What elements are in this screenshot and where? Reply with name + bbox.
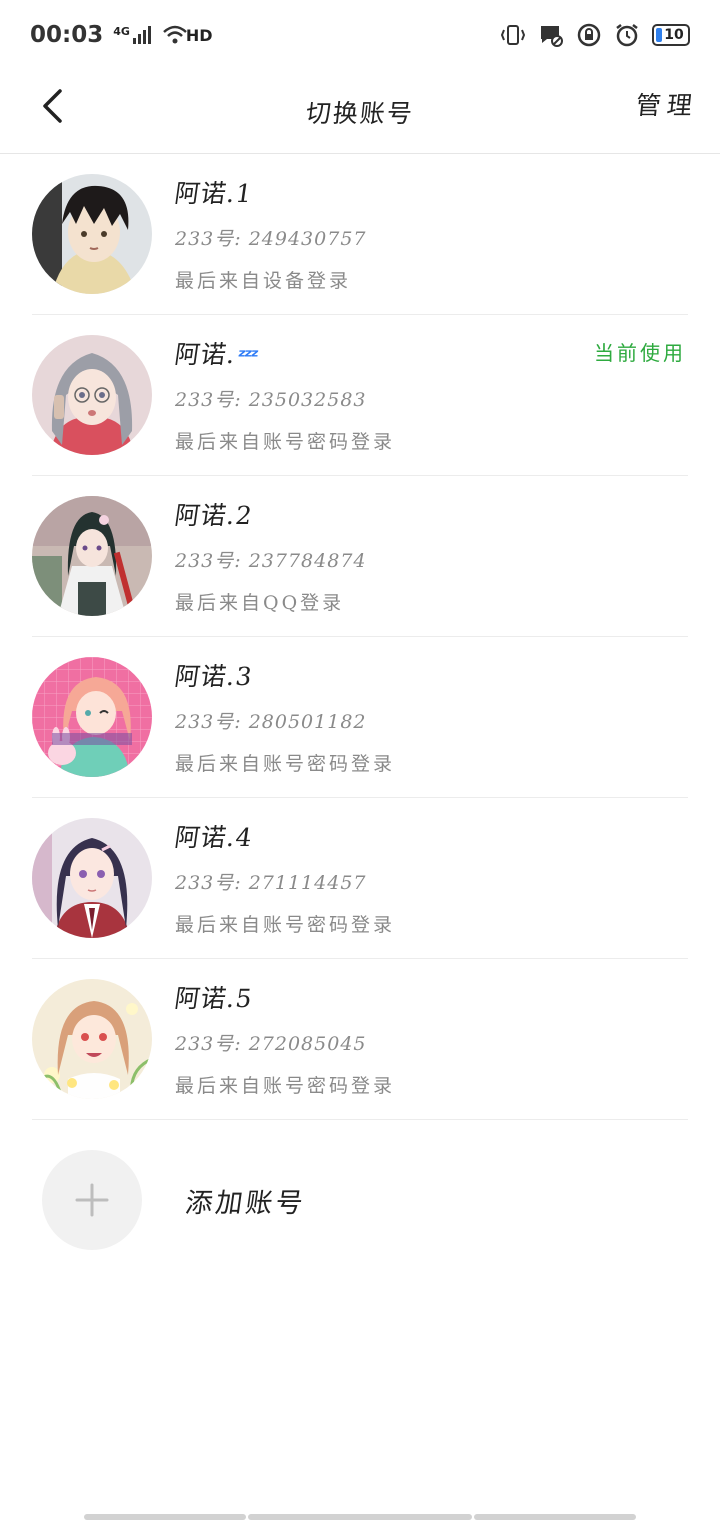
sleep-emoji-icon: ᶻᶻᶻ <box>235 344 259 368</box>
chevron-left-icon <box>43 89 62 123</box>
lock-rotation-icon <box>576 22 602 48</box>
vibrate-icon <box>500 22 526 48</box>
account-name: 阿诺.2 <box>172 501 255 530</box>
hd-badge: HD <box>185 25 213 45</box>
alarm-icon <box>614 22 640 48</box>
account-login-source: 最后来自账号密码登录 <box>175 914 396 936</box>
account-item[interactable]: 阿诺.1 233号: 249430757 最后来自设备登录 <box>32 154 688 315</box>
status-time: 00:03 <box>30 22 104 48</box>
account-login-source: 最后来自账号密码登录 <box>175 753 396 775</box>
account-item[interactable]: 阿诺.3 233号: 280501182 最后来自账号密码登录 <box>32 637 688 798</box>
status-bar: 00:03 4G HD 10 <box>0 0 720 70</box>
plus-icon <box>75 1183 109 1217</box>
avatar <box>32 496 152 616</box>
message-mute-icon <box>538 22 564 48</box>
status-right: 10 <box>500 22 690 48</box>
account-name: 阿诺.4 <box>172 823 255 852</box>
avatar <box>32 657 152 777</box>
add-account-button[interactable]: 添加账号 <box>42 1150 542 1250</box>
account-item[interactable]: 阿诺.2 233号: 237784874 最后来自QQ登录 <box>32 476 688 637</box>
account-login-source: 最后来自设备登录 <box>175 270 352 292</box>
add-account-circle <box>42 1150 142 1250</box>
account-number: 233号: 235032583 <box>175 389 367 411</box>
account-login-source: 最后来自账号密码登录 <box>175 1075 396 1097</box>
account-login-source: 最后来自QQ登录 <box>175 592 345 614</box>
account-item[interactable]: 阿诺.4 233号: 271114457 最后来自账号密码登录 <box>32 798 688 959</box>
account-name: 阿诺.3 <box>172 662 255 691</box>
nav-bar: 切换账号 管理 <box>0 70 720 154</box>
avatar <box>32 335 152 455</box>
manage-button[interactable]: 管理 <box>634 86 700 122</box>
account-name: 阿诺.5 <box>172 984 255 1013</box>
page-title: 切换账号 <box>304 98 416 128</box>
account-name-text: 阿诺. <box>172 340 238 369</box>
account-number: 233号: 280501182 <box>175 711 367 733</box>
gesture-handle-middle <box>248 1514 472 1520</box>
account-item[interactable]: 阿诺.5 233号: 272085045 最后来自账号密码登录 <box>32 959 688 1120</box>
gesture-handle-right <box>474 1514 636 1520</box>
add-account-label: 添加账号 <box>183 1187 308 1219</box>
avatar <box>32 818 152 938</box>
cellular-signal-icon: 4G <box>113 25 152 45</box>
account-login-source: 最后来自账号密码登录 <box>175 431 396 453</box>
battery-icon: 10 <box>652 24 690 46</box>
wifi-icon: HD <box>162 24 213 46</box>
account-number: 233号: 271114457 <box>175 872 367 894</box>
avatar <box>32 979 152 1099</box>
account-list: 阿诺.1 233号: 249430757 最后来自设备登录 阿诺.ᶻᶻᶻ 当前使… <box>32 154 688 1120</box>
account-item[interactable]: 阿诺.ᶻᶻᶻ 当前使用 233号: 235032583 最后来自账号密码登录 <box>32 315 688 476</box>
account-number: 233号: 272085045 <box>175 1033 367 1055</box>
account-number: 233号: 237784874 <box>175 550 367 572</box>
account-name: 阿诺.1 <box>172 179 255 208</box>
account-number: 233号: 249430757 <box>175 228 367 250</box>
status-left: 00:03 4G HD <box>30 22 213 48</box>
avatar <box>32 174 152 294</box>
network-type: 4G <box>113 25 130 38</box>
gesture-handle-left <box>84 1514 246 1520</box>
account-name: 阿诺.ᶻᶻᶻ <box>172 335 259 371</box>
back-button[interactable] <box>30 84 74 128</box>
current-account-badge: 当前使用 <box>594 341 686 365</box>
battery-level: 10 <box>664 27 684 43</box>
